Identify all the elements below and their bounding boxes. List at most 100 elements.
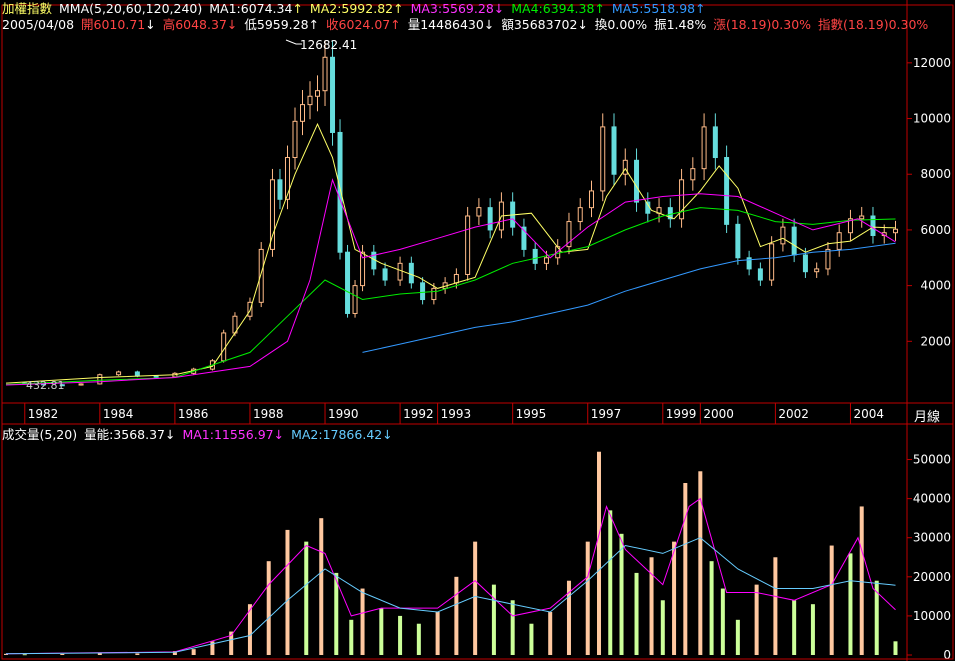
candle-body <box>735 223 741 259</box>
volume-bar <box>608 510 613 655</box>
candle-body <box>78 383 84 386</box>
candle-body <box>701 126 707 170</box>
amplitude-value: 振1.48% <box>654 17 707 32</box>
price-header-row-1: 加權指數 MMA(5,20,60,120,240) MA1:6074.34↑ M… <box>2 1 709 16</box>
high-arrow: ↓ <box>226 17 238 32</box>
time-axis: 1982 1984 1986 1988 1990 1992 1993 1995 1997 1999… <box>24 403 884 424</box>
candle-body <box>724 157 730 225</box>
time-tick-label: 1988 <box>253 407 284 421</box>
price-candles <box>22 40 898 387</box>
volume-bar <box>135 653 140 655</box>
candle-body <box>870 215 876 236</box>
price-header-row-2: 2005/04/08 開6010.71↓ 高6048.37↓ 低5959.28↑… <box>2 17 931 32</box>
candle-body <box>487 207 493 231</box>
candle-body <box>322 56 328 92</box>
volume-bar <box>360 588 365 655</box>
candle-body <box>453 273 459 284</box>
peak-label: 12682.41 <box>300 38 358 52</box>
volume-bar <box>683 483 688 655</box>
candle-body <box>292 120 298 159</box>
volume-bar <box>60 653 65 655</box>
price-ma5-line <box>362 242 896 353</box>
candle-body <box>802 254 808 273</box>
volume-ma2-line <box>5 537 896 655</box>
volume-bar <box>398 615 403 655</box>
volume-ma-lines <box>5 497 896 655</box>
volume-bar <box>660 600 665 655</box>
ma5-value: MA5:5518.98 <box>611 1 696 16</box>
candle-body <box>307 95 313 106</box>
ma3-arrow: ↓ <box>493 1 505 16</box>
candle-body <box>622 159 628 175</box>
volume-indicator-name: 成交量(5,20) <box>2 427 78 442</box>
open-value: 開6010.71 <box>81 17 146 32</box>
price-tick-label: 12000 <box>913 56 951 70</box>
candle-body <box>476 207 482 217</box>
volume-bars <box>4 451 898 656</box>
amount-value: 額35683702 <box>501 17 578 32</box>
time-tick-label: 1990 <box>328 407 359 421</box>
time-tick-label: 2002 <box>778 407 809 421</box>
volume-tick-label: 30000 <box>913 531 951 545</box>
candle-body <box>97 374 103 385</box>
stock-chart-window: 2000 4000 6000 8000 10000 12000 1982 1984 1986 1… <box>0 0 955 661</box>
time-tick-label: 1999 <box>666 407 697 421</box>
volume-bar <box>473 541 478 655</box>
candle-body <box>465 215 471 275</box>
volume-bar <box>859 506 864 655</box>
period-label[interactable]: 月線 <box>914 406 940 425</box>
volume-bar <box>893 641 898 655</box>
time-tick-label: 1993 <box>441 407 472 421</box>
candle-body <box>420 282 426 301</box>
volume-ma2-arrow: ↓ <box>382 427 393 442</box>
volume-tick-label: 40000 <box>913 492 951 506</box>
close-arrow: ↑ <box>390 17 401 32</box>
change-value: 漲(18.19)0.30% <box>713 17 812 32</box>
ma2-value: MA2:5992.82 <box>309 1 394 16</box>
candle-body <box>277 179 283 200</box>
outer-frame <box>1 4 954 660</box>
chart-frame <box>1 0 954 661</box>
volume-value: 量14486430 <box>407 17 484 32</box>
ma4-value: MA4:6394.38 <box>511 1 595 16</box>
volume-bar <box>792 600 797 655</box>
price-tick-label: 6000 <box>920 223 951 237</box>
candle-body <box>600 126 606 192</box>
time-tick-label: 1992 <box>403 407 434 421</box>
candle-body <box>892 228 898 234</box>
volume-bar <box>285 529 290 655</box>
volume-header: 成交量(5,20) 量能:3568.37↓ MA1:11556.97↓ MA2:… <box>2 427 396 442</box>
candle-body <box>634 159 640 203</box>
chart-canvas[interactable]: 20004000600080001000012000 1982 1984 1986 1… <box>0 0 955 661</box>
candle-body <box>859 215 865 220</box>
ma1-value: MA1:6074.34 <box>209 1 293 16</box>
price-ma3-line <box>5 178 896 386</box>
low-value: 低5959.28 <box>244 17 309 32</box>
candle-body <box>769 243 775 281</box>
candle-body <box>611 126 617 175</box>
volume-bar <box>454 576 459 655</box>
candle-body <box>134 371 140 377</box>
price-tick-label: 4000 <box>920 279 951 293</box>
time-tick-label: 1984 <box>103 407 134 421</box>
volume-bar <box>672 541 677 655</box>
candle-body <box>532 248 538 264</box>
turnover-value: 換0.00% <box>594 17 648 32</box>
ma1-arrow: ↑ <box>292 1 303 16</box>
volume-ma1-arrow: ↓ <box>273 427 285 442</box>
candle-body <box>284 157 290 200</box>
candle-body <box>791 226 797 256</box>
volume-bar <box>829 545 834 655</box>
price-y-axis: 2000 4000 6000 8000 10000 12000 <box>907 56 951 348</box>
ma5-arrow: ↑ <box>695 1 706 16</box>
volume-bar <box>848 553 853 655</box>
candle-body <box>315 90 321 97</box>
time-tick-label: 1995 <box>516 407 547 421</box>
time-tick-label: 2004 <box>853 407 884 421</box>
volume-tick-label: 20000 <box>913 570 951 584</box>
volume-bar <box>97 653 102 655</box>
candle-body <box>780 226 786 245</box>
open-arrow: ↓ <box>145 17 156 32</box>
volume-bar <box>619 533 624 655</box>
time-tick-label: 2000 <box>703 407 734 421</box>
